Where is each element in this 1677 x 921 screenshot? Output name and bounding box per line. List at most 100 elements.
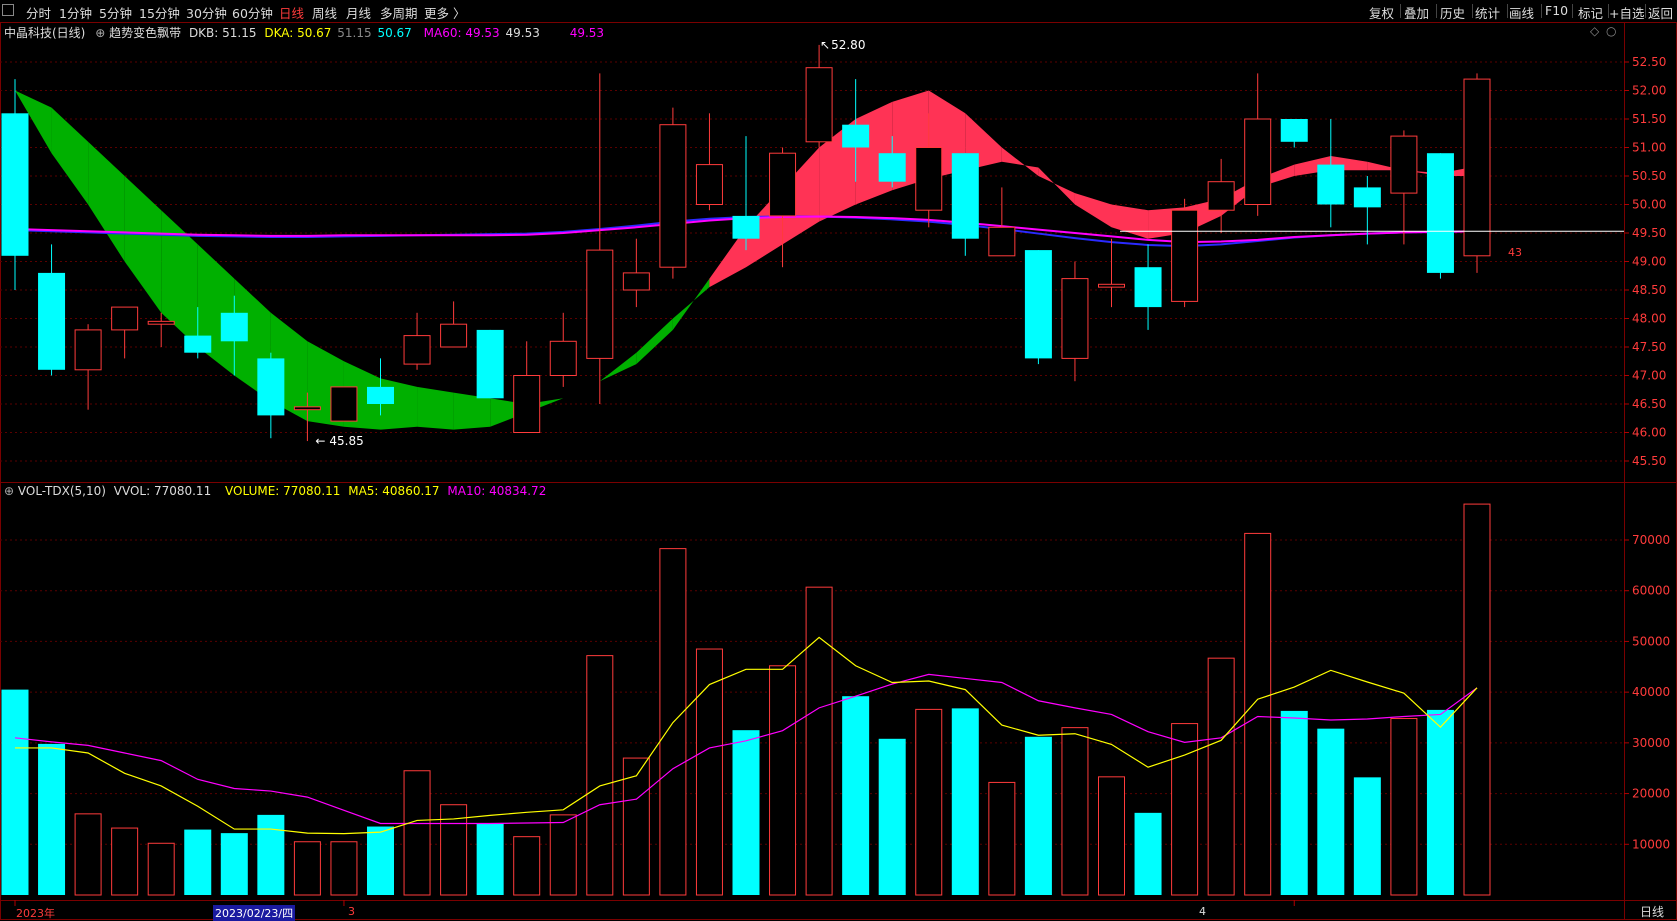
tab-fenshi[interactable]: 分时 [26,3,51,22]
volume-bar-up [622,757,650,896]
volume-bar-down [1280,710,1308,895]
ribbon-up-segment [1184,198,1222,233]
volume-bar-down [1317,728,1345,895]
btn-stats[interactable]: 统计 [1475,3,1500,22]
volume-bar-up [695,648,723,896]
volume-indicator-line: ⊕ VOL-TDX(5,10) VVOL: 77080.11 VOLUME: 7… [4,484,546,498]
volume-bar-up [915,708,943,896]
price-tick-label: 45.50 [1632,454,1666,468]
tab-multi[interactable]: 多周期 [380,3,418,22]
volume-bar-down [257,814,285,895]
volume-tick-label: 10000 [1632,837,1670,851]
volume-bar-down [732,730,760,895]
ribbon-down-segment [343,361,381,430]
kline-chart[interactable]: 52.50 52.00 51.50 51.00 50.50 50.00 49.50 49.00… [0,0,1677,920]
panel-options-icon[interactable]: ◇ [1590,24,1599,38]
candle-up [440,323,468,348]
candle-down [732,215,760,239]
btn-draw[interactable]: 画线 [1509,3,1534,22]
divider [1541,4,1542,18]
candle-down [1,113,29,256]
volume-bar-down [1426,709,1454,895]
ribbon-up-segment [1148,207,1185,239]
dka-value-2: 51.15 [337,26,372,40]
candle-down [220,312,248,342]
price-tick-label: 52.50 [1632,55,1666,69]
ma60-line [14,215,1478,244]
candle-up [1098,283,1125,288]
ribbon-up-segment [746,187,783,268]
candle-up [915,147,943,211]
price-tick-label: 46.00 [1632,426,1666,440]
ribbon-down-segment [599,352,637,382]
tab-more[interactable]: 更多 〉 [424,3,465,22]
indicator-name[interactable]: 趋势变色飘带 [109,26,181,40]
tab-daily[interactable]: 日线 [279,3,304,22]
period-indicator[interactable]: 日线 [1640,903,1664,920]
tab-monthly[interactable]: 月线 [346,3,371,22]
btn-back[interactable]: 返回 [1648,3,1673,22]
ribbon-up-segment [819,119,856,222]
tab-15min[interactable]: 15分钟 [139,3,180,22]
ribbon-up-segment [1403,170,1441,176]
candle-down [951,153,979,239]
divider [1400,4,1401,18]
price-tick-label: 46.50 [1632,397,1666,411]
ribbon-up-segment [709,227,746,288]
candle-down [1134,267,1162,308]
volume-bar-down [220,833,248,895]
volume-settings-icon[interactable]: ⊕ [4,484,14,498]
candle-up [74,329,102,371]
btn-mark[interactable]: 标记 [1578,3,1603,22]
candle-up [622,272,650,291]
ribbon-down-segment [270,312,308,422]
price-tick-label: 50.50 [1632,169,1666,183]
volume-bar-up [330,841,358,896]
candle-up [147,320,175,325]
tab-1min[interactable]: 1分钟 [59,3,92,22]
btn-fuquan[interactable]: 复权 [1369,3,1394,22]
volume-bar-down [367,826,394,895]
candle-down [1426,153,1454,273]
divider [1436,4,1437,18]
ribbon-up-segment [1440,166,1477,176]
btn-overlay[interactable]: 叠加 [1404,3,1429,22]
btn-add-watchlist[interactable]: +自选 [1609,3,1644,22]
window-menu-icon[interactable] [2,4,14,16]
vvol-value: VVOL: 77080.11 [113,484,212,498]
candle-down [1280,119,1308,142]
x-axis-cursor-date: 2023/02/23/四 [213,905,296,921]
btn-history[interactable]: 历史 [1440,3,1465,22]
tab-weekly[interactable]: 周线 [312,3,337,22]
candle-up [293,406,321,411]
candle-up [111,306,139,331]
x-axis-month-3: 3 [348,905,355,918]
price-tick-label: 47.50 [1632,340,1666,354]
panel-collapse-icon[interactable]: ○ [1606,24,1616,38]
divider [1572,4,1573,18]
volume-tick-label: 40000 [1632,685,1670,699]
candle-up [695,164,723,206]
candle-up [1244,118,1272,205]
volume-tick-label: 20000 [1632,787,1670,801]
volume-bar-down [1134,812,1162,895]
low-arrow-icon: ← [315,434,325,448]
divider [1507,4,1508,18]
ribbon-up-segment [855,101,893,205]
volume-bar-up [988,781,1016,896]
ribbon-down-segment [526,398,564,413]
btn-f10[interactable]: F10 [1545,3,1568,18]
vol-ma5-value: MA5: 40860.17 [348,484,440,498]
indicator-settings-icon[interactable]: ⊕ [95,26,105,40]
candle-up [1171,209,1199,302]
candle-down [878,153,906,182]
ribbon-up-segment [782,147,820,245]
tab-5min[interactable]: 5分钟 [99,3,132,22]
volume-indicator-name[interactable]: VOL-TDX(5,10) [18,484,106,498]
main-indicator-line: 中晶科技(日线) ⊕ 趋势变色飘带 DKB: 51.15 DKA: 50.67 … [4,24,604,41]
tab-60min[interactable]: 60分钟 [232,3,273,22]
tab-30min[interactable]: 30分钟 [186,3,227,22]
period-toolbar: 分时 1分钟 5分钟 15分钟 30分钟 60分钟 日线 周线 月线 多周期 更… [0,0,1677,23]
volume-tick-label: 50000 [1632,634,1670,648]
ribbon-up-segment [892,90,929,191]
